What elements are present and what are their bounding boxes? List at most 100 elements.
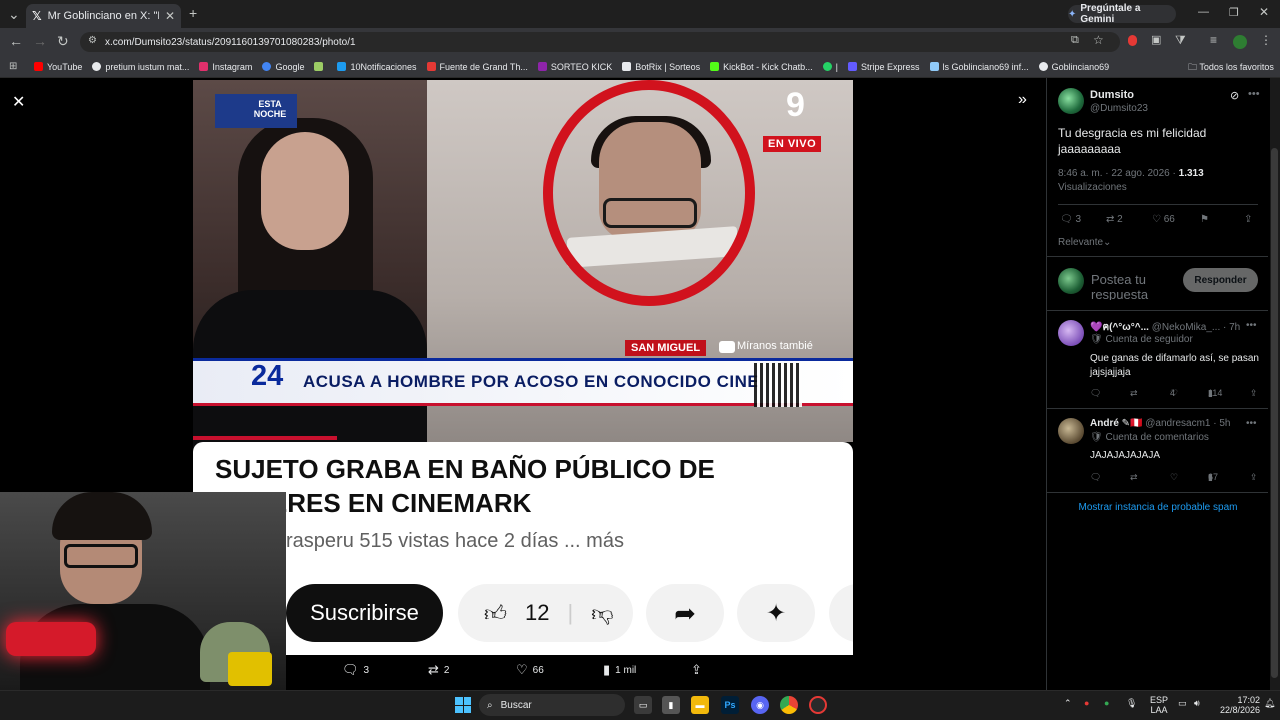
share-icon[interactable]: ⇪ (1250, 388, 1258, 399)
chrome-menu-icon[interactable]: ⋮ (1260, 33, 1272, 47)
volume-icon[interactable]: 🔊︎ (1194, 698, 1200, 709)
bookmark-item[interactable] (314, 62, 327, 71)
tab-search-icon[interactable]: ⌄ (8, 6, 20, 23)
minimize-button[interactable]: — (1198, 6, 1209, 18)
profile-avatar[interactable] (1233, 35, 1247, 49)
install-app-icon[interactable]: ⧉ (1071, 34, 1079, 47)
reply-count-button[interactable]: 🗨︎ 3 (1060, 214, 1081, 225)
extensions-puzzle-icon[interactable]: ⧩ (1175, 33, 1186, 48)
banner-number: 24 (251, 360, 284, 392)
more-options-icon[interactable]: ••• (1248, 88, 1260, 100)
restore-button[interactable]: ❐ (1229, 6, 1239, 19)
author-name[interactable]: Dumsito (1090, 89, 1134, 101)
new-tab-button[interactable]: + (189, 5, 197, 21)
repost-icon[interactable]: ⇄ (1130, 388, 1138, 399)
bookmark-item[interactable]: ls Goblinciano69 inf... (929, 62, 1029, 72)
share-icon[interactable]: ⇪ (1244, 214, 1252, 225)
shield-icon: 🛡︎ (1090, 334, 1103, 345)
repost-icon[interactable]: ⇄ (1130, 472, 1138, 483)
author-handle[interactable]: @Dumsito23 (1090, 103, 1148, 114)
bookmark-item[interactable]: Goblinciano69 (1038, 62, 1109, 72)
bookmark-item[interactable]: Stripe Express (848, 62, 920, 72)
clock[interactable]: 17:02 22/8/2026 (1210, 695, 1260, 715)
discord-icon[interactable]: ◉ (751, 696, 769, 714)
browser-tab[interactable]: 𝕏 Mr Goblinciano en X: "Perd/ 40 ✕ (26, 4, 181, 28)
photoshop-icon[interactable]: Ps (721, 696, 739, 714)
all-bookmarks[interactable]: 🗀 Todos los favoritos (1188, 60, 1274, 76)
site-info-icon[interactable]: ⚙ (88, 35, 97, 46)
bookmark-item[interactable]: | (822, 62, 838, 72)
tray-app-icon[interactable]: ● (1084, 698, 1089, 708)
address-bar[interactable]: ⚙ x.com/Dumsito23/status/209116013970108… (80, 32, 1120, 52)
bookmark-item[interactable]: KickBot - Kick Chatb... (710, 62, 813, 72)
reply-button[interactable]: Responder (1183, 268, 1258, 292)
like-action[interactable]: ♡ 66 (516, 662, 544, 678)
heart-icon[interactable]: ♡ (1170, 472, 1178, 483)
bookmark-item[interactable]: SORTEO KICK (537, 62, 612, 72)
extension-icon[interactable] (1128, 35, 1137, 46)
forward-icon[interactable]: → (33, 33, 47, 49)
bookmark-item[interactable]: 10Notificaciones (337, 62, 417, 72)
tab-close-button[interactable]: ✕ (165, 9, 175, 23)
repost-action[interactable]: ⇄ 2 (428, 662, 449, 678)
share-icon: ⇪ (691, 662, 702, 677)
reply-icon[interactable]: 🗨︎ (1090, 472, 1101, 483)
bookmark-icon[interactable]: ⚑ (1200, 214, 1209, 225)
tweet-timestamp: 8:46 a. m. · 22 ago. 2026 · 1.313 (1058, 168, 1204, 179)
reply-avatar[interactable] (1058, 320, 1084, 346)
more-options-icon[interactable]: ••• (1246, 418, 1257, 429)
reload-icon[interactable]: ↻ (57, 33, 69, 50)
language-indicator[interactable]: ESP LAA (1150, 695, 1168, 715)
reply-icon[interactable]: 🗨︎ (1090, 388, 1101, 399)
like-count-button[interactable]: ♡ 66 (1152, 214, 1175, 225)
close-viewer-icon[interactable]: ✕ (12, 92, 25, 112)
app-icon[interactable] (809, 696, 827, 714)
bookmark-item[interactable]: Instagram (199, 62, 252, 72)
reply-item[interactable]: 💜ฅ(^°ω°^... @NekoMika_... · 7h ••• 🛡︎ Cu… (1058, 320, 1260, 404)
bookmark-favicon-icon (710, 62, 720, 71)
task-view-icon[interactable]: ▭ (634, 696, 652, 714)
sort-dropdown[interactable]: Relevante⌄ (1058, 237, 1111, 248)
share-icon[interactable]: ⇪ (1250, 472, 1258, 483)
app-icon[interactable]: ▮ (662, 696, 680, 714)
bookmark-item[interactable]: Fuente de Grand Th... (426, 62, 528, 72)
author-avatar[interactable] (1058, 88, 1084, 114)
microphone-icon[interactable]: 🎙︎ (1126, 698, 1137, 709)
tray-app-icon[interactable]: ● (1104, 698, 1109, 708)
window-close-button[interactable]: ✕ (1259, 5, 1269, 19)
media-controls-icon[interactable]: ≡ (1210, 33, 1217, 47)
apps-grid-icon[interactable]: ⊞ (9, 61, 17, 72)
bookmark-star-icon[interactable]: ☆ (1093, 33, 1104, 47)
reply-header: André ✎🇵🇪 @andresacm1 · 5h (1090, 418, 1231, 429)
taskbar-search[interactable]: ⌕ Buscar (479, 694, 625, 716)
reply-item[interactable]: André ✎🇵🇪 @andresacm1 · 5h ••• 🛡︎ Cuenta… (1058, 418, 1260, 488)
more-options-icon[interactable]: ••• (1246, 320, 1257, 331)
bookmark-item[interactable]: pretium iustum mat... (92, 62, 189, 72)
notification-bell-icon[interactable]: 🔔︎ (1264, 698, 1275, 709)
reply-avatar[interactable] (1058, 418, 1084, 444)
tweet-photo[interactable]: ESTA NOCHE 9 EN VIVO SAN MIGUEL Míranos … (193, 80, 853, 655)
gemini-button[interactable]: ✦ Pregúntale a Gemini (1068, 3, 1176, 25)
bookmark-item[interactable]: YouTube (34, 62, 82, 72)
back-icon[interactable]: ← (9, 33, 23, 49)
views-action[interactable]: ▮ 1 mil (603, 662, 636, 678)
bookmark-item[interactable]: BotRix | Sorteos (622, 62, 700, 72)
expand-sidebar-icon[interactable]: » (1018, 91, 1027, 109)
chevron-up-icon[interactable]: ⌃ (1064, 698, 1072, 709)
windows-start-icon[interactable] (455, 697, 471, 713)
bookmark-item[interactable]: Google (262, 62, 304, 72)
share-action[interactable]: ⇪ (691, 662, 702, 678)
network-icon[interactable]: ▭ (1178, 698, 1187, 709)
reply-input[interactable]: Postea tu respuesta (1091, 272, 1181, 300)
thumbs-down-icon: 👎︎ (591, 600, 614, 626)
chrome-icon[interactable] (780, 696, 798, 714)
reply-action[interactable]: 🗨︎ 3 (342, 662, 369, 678)
grok-icon[interactable]: ⊘ (1230, 89, 1239, 102)
progress-line (193, 436, 337, 440)
extension-icon[interactable]: ▣ (1151, 33, 1161, 46)
sparkle-icon: ✦ (737, 584, 815, 642)
show-spam-link[interactable]: Mostrar instancia de probable spam (1058, 502, 1258, 513)
file-explorer-icon[interactable]: ▬ (691, 696, 709, 714)
scrollbar-thumb[interactable] (1271, 148, 1278, 678)
repost-count-button[interactable]: ⇄ 2 (1106, 214, 1123, 225)
